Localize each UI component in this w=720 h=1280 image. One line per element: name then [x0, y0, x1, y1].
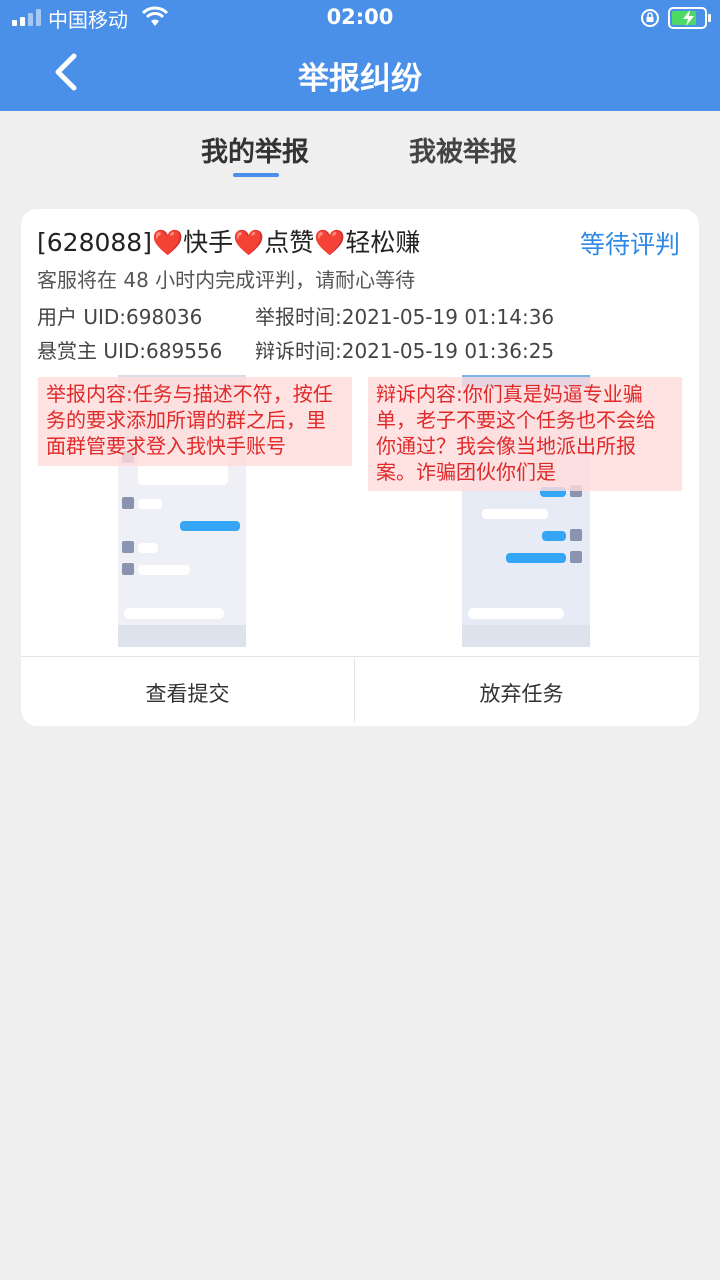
clock: 02:00 [326, 5, 394, 29]
header-bar: 中国移动 02:00 举报纠纷 [0, 0, 720, 111]
heart-icon: ❤️ [151, 228, 184, 257]
user-uid: 用户 UID:698036 [37, 305, 203, 329]
page-title: 举报纠纷 [298, 61, 422, 97]
rotation-lock-icon [641, 9, 659, 27]
report-content: 举报内容:任务与描述不符，按任务的要求添加所谓的群之后，里面群管要求登入我快手账… [38, 377, 352, 466]
report-time: 举报时间:2021-05-19 01:14:36 [255, 305, 555, 329]
notice-text: 客服将在 48 小时内完成评判，请耐心等待 [37, 268, 416, 292]
tab-my-reports[interactable]: 我的举报 [180, 130, 330, 169]
task-title-part: 点赞 [264, 228, 315, 257]
owner-uid: 悬赏主 UID:689556 [37, 339, 223, 363]
status-badge: 等待评判 [579, 230, 680, 259]
view-submission-button[interactable]: 查看提交 [21, 678, 354, 708]
appeal-content: 辩诉内容:你们真是妈逼专业骗单，老子不要这个任务也不会给你通过？我会像当地派出所… [368, 377, 682, 491]
task-id: [628088] [37, 228, 152, 257]
abandon-task-button[interactable]: 放弃任务 [355, 678, 688, 708]
task-title-part: 快手 [183, 228, 234, 257]
tab-reported-against-me[interactable]: 我被举报 [388, 130, 538, 169]
battery-icon [668, 7, 711, 29]
appeal-time: 辩诉时间:2021-05-19 01:36:25 [255, 339, 555, 363]
status-bar: 中国移动 02:00 [0, 0, 720, 36]
task-title[interactable]: [628088]❤️快手❤️点赞❤️轻松赚 [37, 223, 420, 259]
heart-icon: ❤️ [233, 228, 265, 257]
heart-icon: ❤️ [314, 228, 346, 257]
task-title-part: 轻松赚 [345, 228, 421, 257]
active-tab-indicator [233, 173, 279, 177]
report-card: [628088]❤️快手❤️点赞❤️轻松赚 等待评判 客服将在 48 小时内完成… [21, 209, 699, 726]
divider [21, 656, 699, 657]
